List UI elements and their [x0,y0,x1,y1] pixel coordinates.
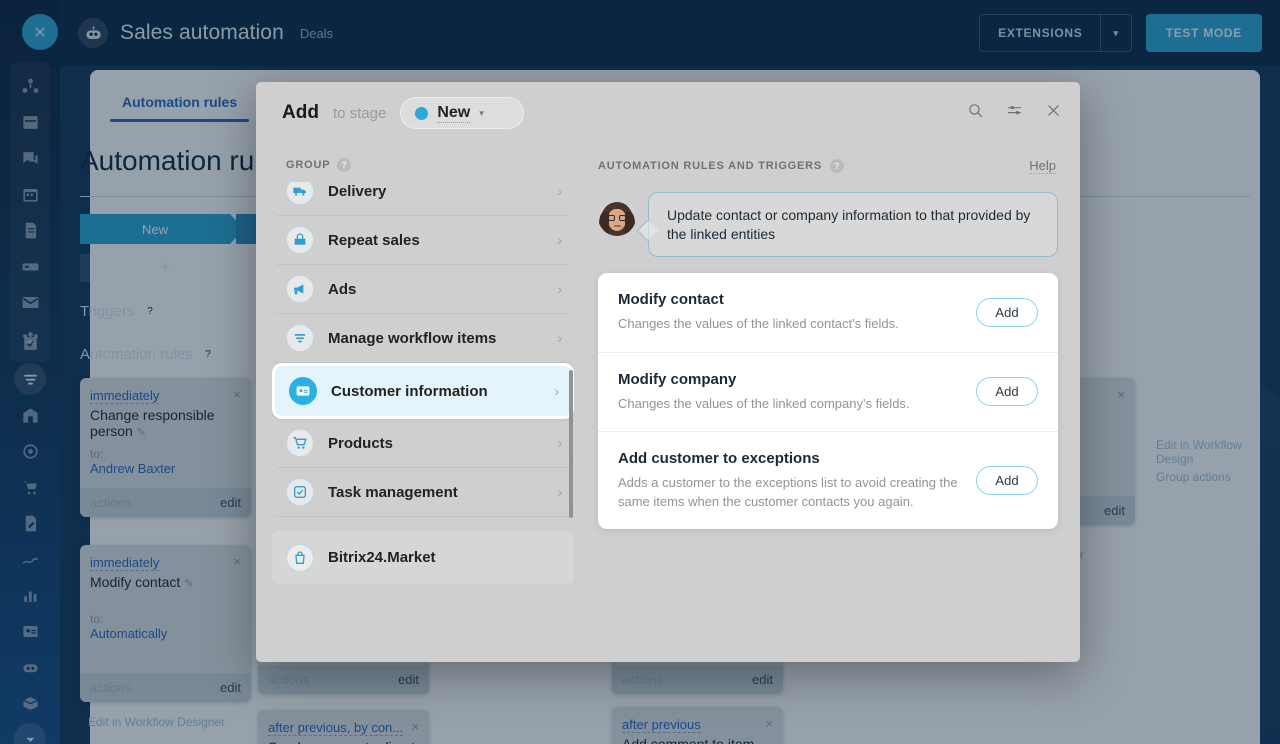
rule-description: Changes the values of the linked company… [618,395,910,411]
workflow-icon [286,324,314,352]
chevron-right-icon[interactable]: › [557,183,562,199]
chevron-right-icon[interactable]: › [554,383,559,399]
chevron-right-icon[interactable]: › [557,330,562,346]
rules-heading-label: AUTOMATION RULES AND TRIGGERS [598,160,823,172]
rules-column-heading: AUTOMATION RULES AND TRIGGERS ? Help [598,158,1058,174]
sidebar-item-label: Delivery [328,182,387,200]
rule-title: Modify company [618,370,737,388]
rules-list: Modify contact Changes the values of the… [598,273,1058,530]
group-list-inner: Recent items › Delivery › Repeat sales › [272,182,574,584]
rule-text: Modify contact Changes the values of the… [618,291,976,333]
rule-description: Changes the values of the linked contact… [618,316,899,332]
list-item[interactable]: Modify company Changes the values of the… [598,353,1058,433]
dialog-title: Add [282,102,319,123]
sidebar-item-label: Repeat sales [328,231,420,249]
list-item[interactable]: Modify contact Changes the values of the… [598,273,1058,353]
help-icon[interactable]: ? [337,158,352,172]
sidebar-item-label: Customer information [331,382,488,400]
sidebar-item-label: Task management [328,483,458,501]
group-list[interactable]: Recent items › Delivery › Repeat sales › [272,182,574,662]
sidebar-item-manage-workflow-items[interactable]: Manage workflow items › [272,314,574,363]
sidebar-item-label: Manage workflow items [328,329,497,347]
sidebar-item-repeat-sales[interactable]: Repeat sales › [272,216,574,265]
app-root: Automation rules Automation rules a New … [0,0,1280,744]
help-link[interactable]: Help [1029,158,1056,174]
help-icon[interactable]: ? [830,159,845,173]
stage-selector-label: New [437,103,471,123]
sidebar-item-bitrix24-market[interactable]: Bitrix24.Market [272,531,574,584]
dialog-body: GROUP ? Recent items › Delivery › [256,144,1080,662]
list-item[interactable]: Add customer to exceptions Adds a custom… [598,432,1058,529]
avatar-mouth [614,225,621,227]
sidebar-item-label: Products [328,434,394,452]
sidebar-item-task-management[interactable]: Task management › [272,468,574,517]
cart-icon [286,429,314,457]
stage-color-dot [415,106,429,120]
megaphone-icon [286,275,314,303]
chevron-right-icon[interactable]: › [557,232,562,248]
repeat-sales-icon [286,226,314,254]
group-heading-label: GROUP [286,159,331,171]
group-column: GROUP ? Recent items › Delivery › [256,144,590,662]
avatar-glasses-left [608,215,615,221]
chevron-down-icon[interactable]: ▾ [479,108,484,119]
task-check-icon [286,478,314,506]
rule-title: Add customer to exceptions [618,450,820,468]
rule-description: Adds a customer to the exceptions list t… [618,475,958,509]
dialog-header-actions [967,102,1062,124]
group-list-scrollbar[interactable] [569,370,573,518]
tip-bubble: Update contact or company information to… [648,192,1058,258]
sidebar-item-label: Bitrix24.Market [328,549,436,566]
chevron-right-icon[interactable]: › [557,435,562,451]
add-rule-button[interactable]: Add [976,377,1038,407]
stage-selector[interactable]: New ▾ [400,97,525,129]
add-rule-button[interactable]: Add [976,466,1038,496]
add-automation-rule-dialog: Add to stage New ▾ GROUP ? Delivery › Re… [256,82,1080,662]
avatar [598,198,636,236]
sidebar-item-delivery[interactable]: Delivery › [272,182,574,216]
rule-text: Modify company Changes the values of the… [618,371,976,413]
avatar-glasses-right [619,215,626,221]
add-rule-button[interactable]: Add [976,297,1038,327]
to-stage-label: to stage [332,104,387,122]
group-column-heading: GROUP ? [272,144,574,182]
avatar-hair-right [625,212,635,236]
sidebar-item-products[interactable]: Products › [272,419,574,468]
rules-column: AUTOMATION RULES AND TRIGGERS ? Help Upd… [590,144,1080,662]
sidebar-item-customer-information[interactable]: Customer information › [272,363,574,419]
chevron-right-icon[interactable]: › [557,484,562,500]
assistant-tip: Update contact or company information to… [598,192,1058,258]
dialog-header: Add to stage New ▾ [256,82,1080,144]
sidebar-item-label: Ads [328,280,357,298]
market-bag-icon [286,543,314,572]
sliders-icon[interactable] [1006,102,1023,124]
rule-text: Add customer to exceptions Adds a custom… [618,450,976,511]
chevron-right-icon[interactable]: › [557,281,562,297]
search-icon[interactable] [967,102,984,124]
rule-title: Modify contact [618,291,724,309]
truck-icon [286,182,314,205]
sidebar-item-ads[interactable]: Ads › [272,265,574,314]
close-icon[interactable] [1045,102,1062,124]
contact-card-icon [289,377,317,405]
